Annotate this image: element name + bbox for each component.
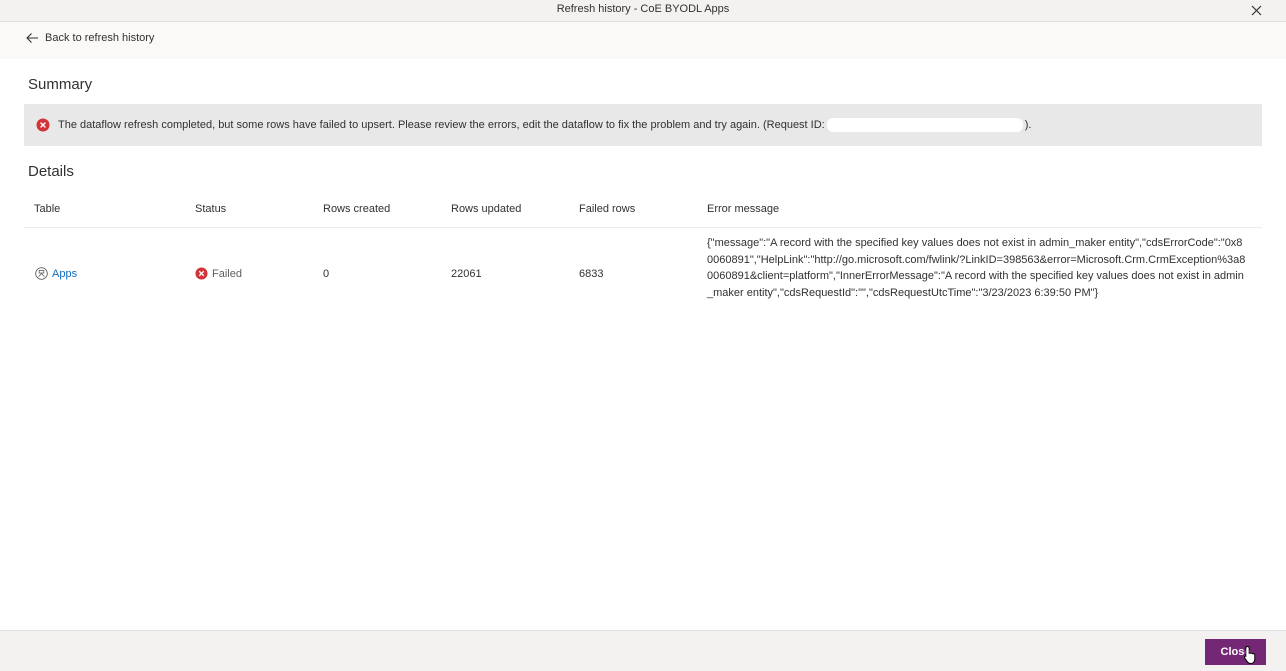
apps-icon xyxy=(35,267,48,280)
details-heading: Details xyxy=(28,163,74,180)
redacted-request-id xyxy=(826,118,1023,132)
table-name-link: Apps xyxy=(52,267,78,280)
mouse-pointer-icon xyxy=(1243,645,1256,665)
footer-bar: Close xyxy=(0,630,1286,671)
window-close-button[interactable] xyxy=(1248,2,1264,18)
error-message-text: {"message":"A record with the specified … xyxy=(707,237,1246,299)
window-titlebar: Refresh history - CoE BYODL Apps xyxy=(0,0,1286,22)
error-circle-icon xyxy=(36,118,50,132)
rows-created-value: 0 xyxy=(323,268,330,280)
back-to-refresh-history-link[interactable]: Back to refresh history xyxy=(25,32,154,44)
status-cell: Failed xyxy=(195,267,242,280)
column-header-table: Table xyxy=(34,203,61,215)
error-banner: The dataflow refresh completed, but some… xyxy=(24,104,1262,146)
rows-updated-value: 22061 xyxy=(451,268,482,280)
arrow-left-icon xyxy=(26,33,38,43)
back-bar: Back to refresh history xyxy=(0,22,1286,59)
banner-message-text: The dataflow refresh completed, but some… xyxy=(58,119,825,131)
back-link-label: Back to refresh history xyxy=(45,32,155,44)
table-row: Apps Failed 0 22061 6833 {"message":"A r… xyxy=(0,228,1286,320)
table-link-apps[interactable]: Apps xyxy=(35,267,77,280)
window-title: Refresh history - CoE BYODL Apps xyxy=(556,3,730,15)
banner-message-suffix: ). xyxy=(1024,119,1032,131)
column-header-rows-created: Rows created xyxy=(323,203,391,215)
failed-rows-value: 6833 xyxy=(579,268,604,280)
column-header-rows-updated: Rows updated xyxy=(451,203,522,215)
banner-message: The dataflow refresh completed, but some… xyxy=(58,118,1031,132)
close-icon xyxy=(1251,5,1261,15)
summary-heading: Summary xyxy=(28,76,93,93)
status-text: Failed xyxy=(212,267,242,280)
column-header-failed-rows: Failed rows xyxy=(579,203,636,215)
column-header-error-message: Error message xyxy=(707,203,780,215)
column-header-status: Status xyxy=(195,203,227,215)
error-circle-icon xyxy=(195,267,208,280)
